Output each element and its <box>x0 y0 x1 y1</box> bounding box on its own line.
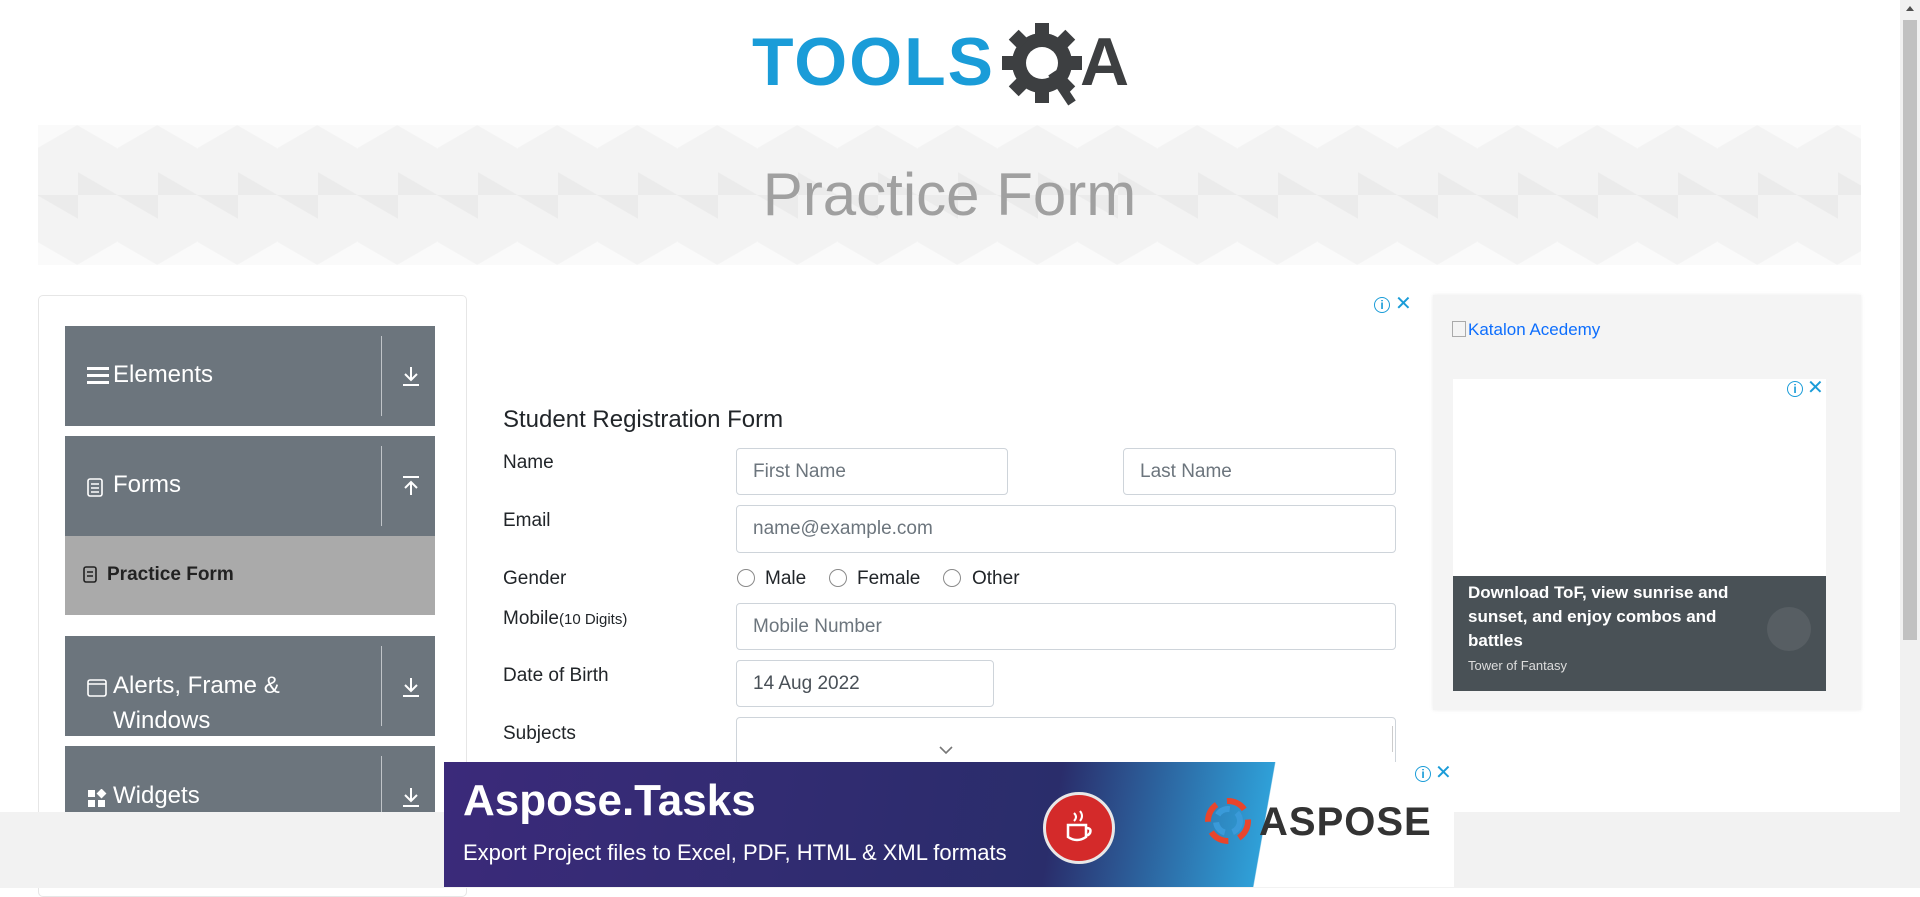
ad-close-icon[interactable]: ✕ <box>1435 763 1452 783</box>
promo-title: Download ToF, view sunrise and sunset, a… <box>1468 583 1729 650</box>
logo-text-qa: A <box>1080 24 1129 100</box>
scroll-up-icon[interactable] <box>1905 4 1915 12</box>
ad-subtitle: Export Project files to Excel, PDF, HTML… <box>463 840 1007 865</box>
practice-form-icon <box>83 566 97 583</box>
form-title: Student Registration Form <box>503 406 784 433</box>
sidebar-group-label: Widgets <box>113 782 200 809</box>
bottom-ad-banner[interactable]: Aspose.Tasks Export Project files to Exc… <box>444 762 1454 887</box>
sidebar-group-alerts-frame-windows[interactable]: Alerts, Frame & Windows <box>65 636 435 736</box>
mobile-hint: (10 Digits) <box>558 611 628 628</box>
ad-close-icon[interactable]: ✕ <box>1395 294 1412 314</box>
ad-info-icon[interactable]: i <box>1415 766 1431 782</box>
window-icon <box>87 679 107 697</box>
katalon-ad-alt-text: Katalon Acedemy <box>1468 320 1601 339</box>
toolsqa-logo[interactable]: TOOLS A <box>752 18 1152 113</box>
name-label: Name <box>503 452 554 473</box>
ad-title: Aspose.Tasks <box>463 776 756 825</box>
ad-info-icon[interactable]: i <box>1787 381 1803 397</box>
upload-arrow-icon <box>403 476 419 495</box>
email-input[interactable]: name@example.com <box>736 505 1396 553</box>
sidebar-group-label: Forms <box>113 471 181 498</box>
gender-male-radio[interactable] <box>737 569 755 587</box>
widgets-icon <box>88 789 107 807</box>
sidebar-group-label: Elements <box>113 361 214 388</box>
next-arrow-button[interactable] <box>1767 607 1811 651</box>
sidebar-item-label: Practice Form <box>107 564 234 585</box>
sidebar-group-forms[interactable]: Forms <box>65 436 435 536</box>
gender-female-label[interactable]: Female <box>857 568 920 590</box>
gender-other-label[interactable]: Other <box>972 568 1020 590</box>
gender-female-radio[interactable] <box>829 569 847 587</box>
katalon-ad-image[interactable]: Katalon Acedemy <box>1452 320 1600 340</box>
first-name-input[interactable]: First Name <box>736 448 1008 495</box>
aspose-logo-icon <box>1205 798 1251 844</box>
subjects-label: Subjects <box>503 723 576 744</box>
download-arrow-icon <box>403 678 419 697</box>
subjects-input[interactable] <box>736 717 1396 767</box>
page-title: Practice Form <box>762 161 1137 228</box>
chevron-down-icon[interactable] <box>938 745 954 755</box>
subjects-separator <box>1392 726 1393 752</box>
page-banner: Practice Form <box>38 125 1861 265</box>
download-arrow-icon <box>403 788 419 807</box>
scrollbar-thumb[interactable] <box>1903 20 1917 640</box>
gear-icon <box>1002 23 1082 106</box>
gender-male-label[interactable]: Male <box>765 568 806 590</box>
sidebar-group-label-line2: Windows <box>113 707 211 734</box>
divider <box>381 646 382 726</box>
sidebar: Elements Forms Practice Form Alerts, Fra… <box>38 295 467 897</box>
ad-info-icon[interactable]: i <box>1374 297 1390 313</box>
logo-text-tools: TOOLS <box>752 24 995 100</box>
list-icon <box>87 367 109 384</box>
mobile-label: Mobile(10 Digits) <box>503 608 627 630</box>
email-label: Email <box>503 510 551 531</box>
java-logo-icon <box>1043 792 1115 864</box>
sidebar-item-practice-form[interactable]: Practice Form <box>65 536 435 615</box>
last-name-input[interactable]: Last Name <box>1123 448 1396 495</box>
download-arrow-icon <box>403 367 419 386</box>
document-icon <box>87 478 103 497</box>
date-of-birth-input[interactable]: 14 Aug 2022 <box>736 660 994 707</box>
coffee-cup-icon <box>1066 810 1092 842</box>
broken-image-icon <box>1452 321 1466 337</box>
promo-source: Tower of Fantasy <box>1468 658 1567 673</box>
sidebar-group-label: Alerts, Frame & <box>113 672 280 699</box>
mobile-label-text: Mobile <box>503 608 559 629</box>
divider <box>381 336 382 416</box>
mobile-input[interactable]: Mobile Number <box>736 603 1396 650</box>
ad-close-icon[interactable]: ✕ <box>1807 378 1824 398</box>
dob-label: Date of Birth <box>503 665 609 686</box>
sidebar-group-elements[interactable]: Elements <box>65 326 435 426</box>
aspose-brand: ASPOSE <box>1259 800 1432 844</box>
gender-label: Gender <box>503 568 567 589</box>
gender-other-radio[interactable] <box>943 569 961 587</box>
divider <box>381 446 382 526</box>
